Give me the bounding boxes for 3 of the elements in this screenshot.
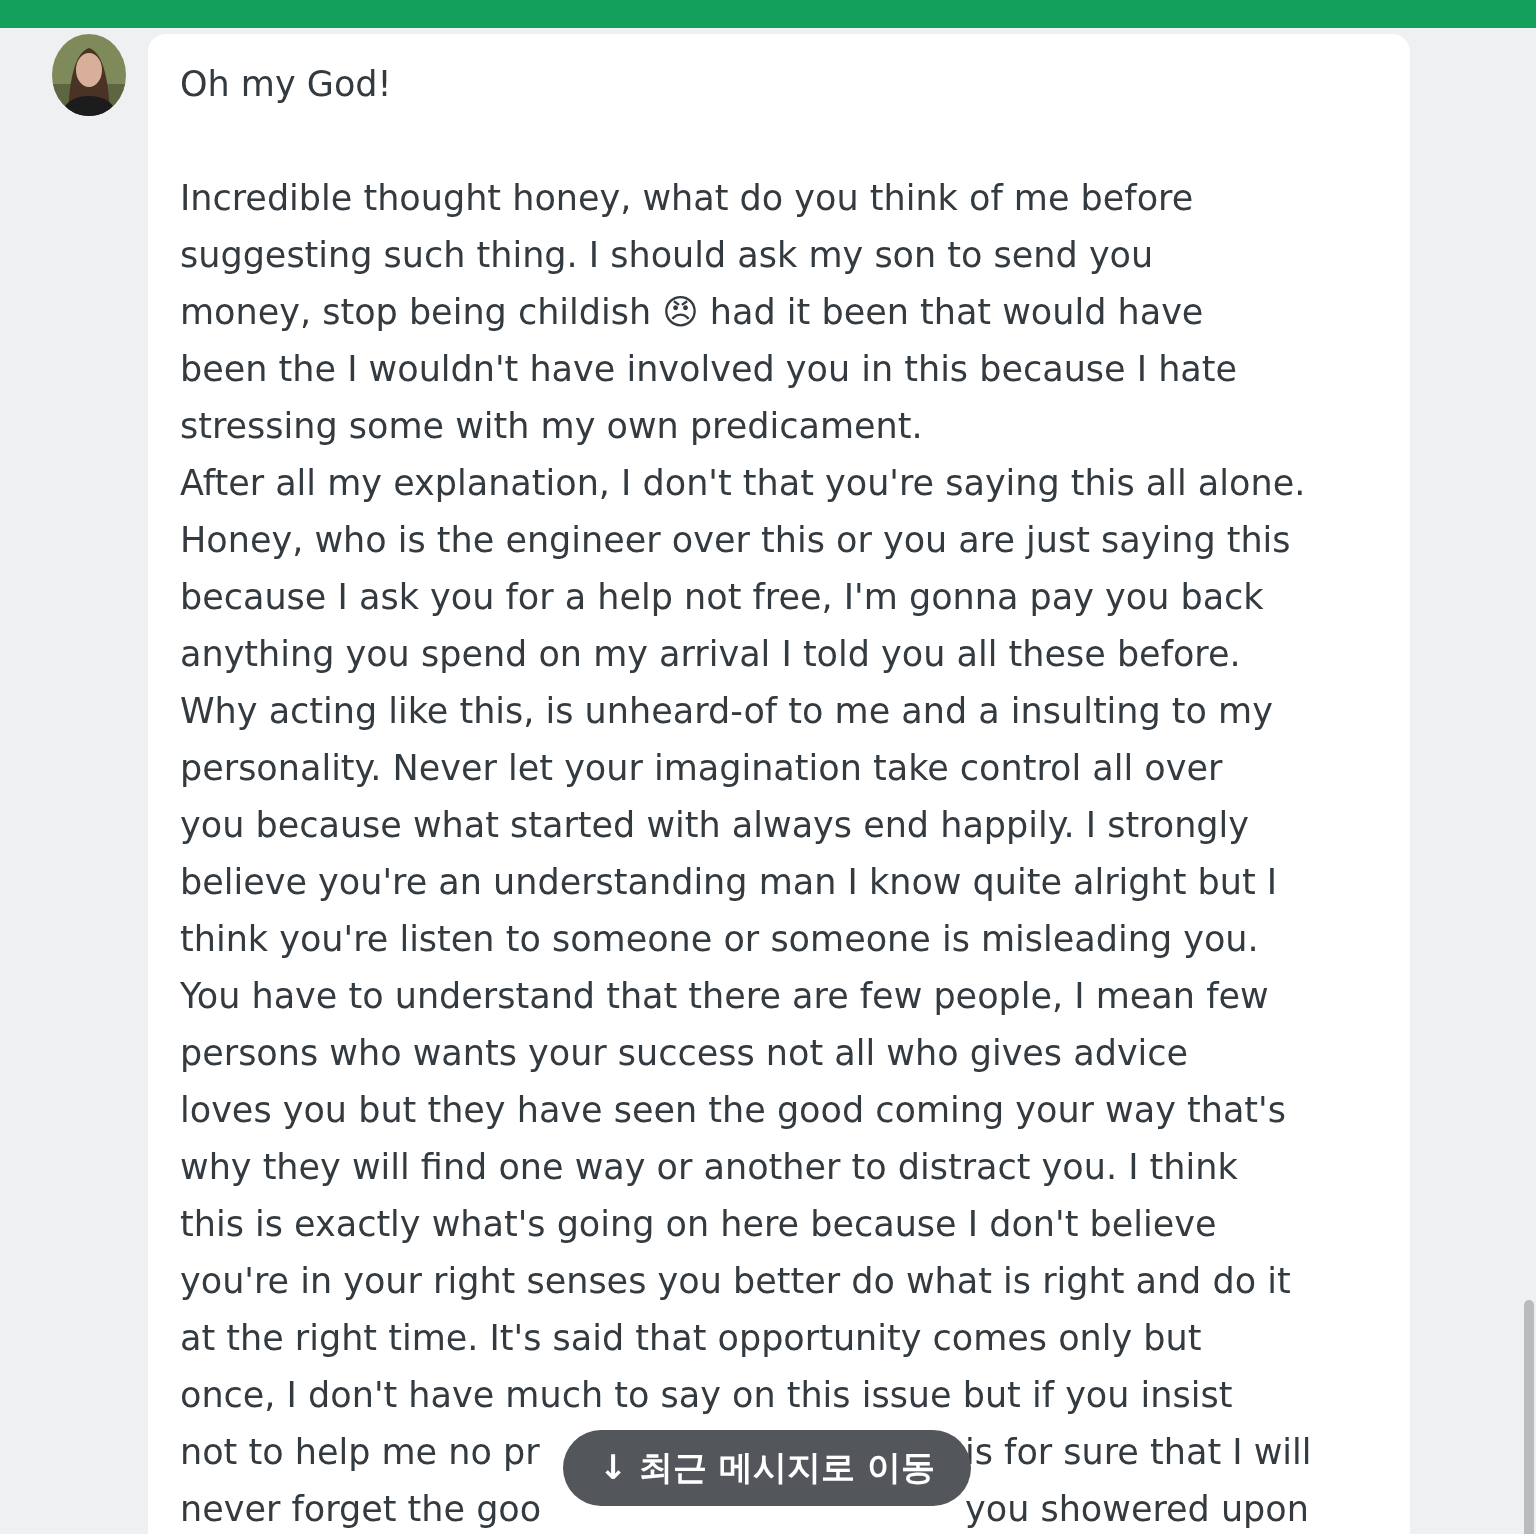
- scrollbar-thumb[interactable]: [1524, 1300, 1534, 1534]
- message-text: not to help me no pr: [180, 1431, 540, 1474]
- message-text: never forget the goo: [180, 1488, 542, 1531]
